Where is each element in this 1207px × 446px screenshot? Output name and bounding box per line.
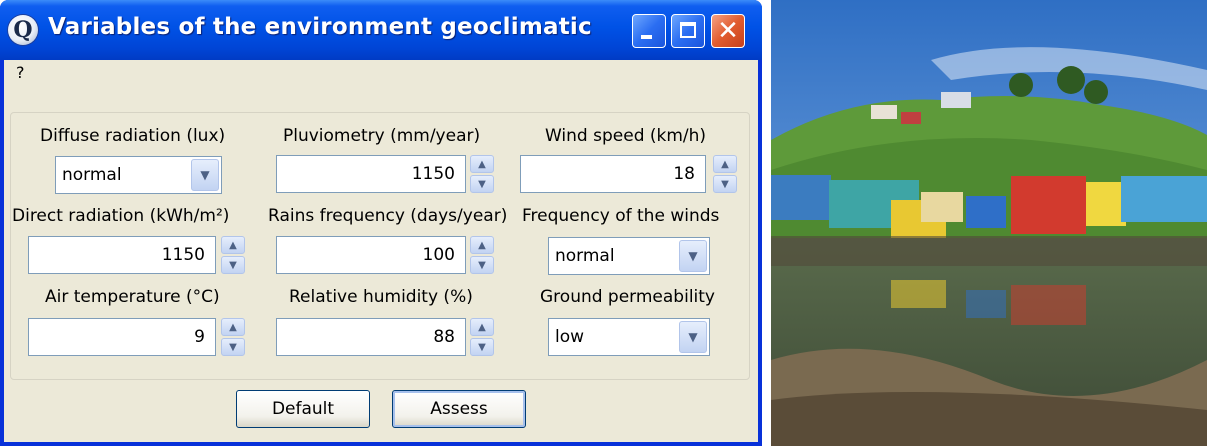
close-icon: ✕	[717, 16, 739, 46]
spin-down-icon[interactable]: ▼	[221, 256, 245, 274]
ground-permeability-value: low	[555, 327, 585, 347]
relative-humidity-input[interactable]: 88	[276, 318, 466, 356]
direct-radiation-spinner[interactable]: 1150 ▲ ▼	[28, 236, 250, 274]
spin-down-icon[interactable]: ▼	[221, 338, 245, 356]
spin-up-icon[interactable]: ▲	[470, 318, 494, 336]
air-temperature-input[interactable]: 9	[28, 318, 216, 356]
direct-radiation-stepper[interactable]: ▲ ▼	[221, 236, 245, 274]
rains-frequency-label: Rains frequency (days/year)	[268, 206, 508, 226]
spin-down-icon[interactable]: ▼	[470, 338, 494, 356]
chevron-down-icon[interactable]: ▼	[679, 321, 707, 353]
air-temperature-spinner[interactable]: 9 ▲ ▼	[28, 318, 250, 356]
diffuse-radiation-select[interactable]: normal ▼	[55, 156, 222, 194]
default-button[interactable]: Default	[236, 390, 370, 428]
direct-radiation-input[interactable]: 1150	[28, 236, 216, 274]
spin-up-icon[interactable]: ▲	[221, 236, 245, 254]
spin-down-icon[interactable]: ▼	[470, 256, 494, 274]
pluviometry-spinner[interactable]: 1150 ▲ ▼	[276, 155, 498, 193]
pluviometry-label: Pluviometry (mm/year)	[283, 126, 481, 146]
relative-humidity-stepper[interactable]: ▲ ▼	[470, 318, 494, 356]
window-client-area: ? Diffuse radiation (lux) Pluviometry (m…	[4, 60, 758, 442]
stilt-houses-illustration	[771, 0, 1207, 446]
rains-frequency-spinner[interactable]: 100 ▲ ▼	[276, 236, 498, 274]
title-bar[interactable]: Q Variables of the environment geoclimat…	[0, 0, 762, 60]
ground-permeability-label: Ground permeability	[540, 287, 715, 307]
menu-help[interactable]: ?	[16, 63, 25, 82]
spin-down-icon[interactable]: ▼	[713, 175, 737, 193]
stilt-houses-photo	[771, 0, 1207, 446]
pluviometry-input[interactable]: 1150	[276, 155, 466, 193]
minimize-button[interactable]	[632, 14, 666, 48]
spin-up-icon[interactable]: ▲	[470, 155, 494, 173]
air-temperature-stepper[interactable]: ▲ ▼	[221, 318, 245, 356]
air-temperature-label: Air temperature (°C)	[45, 287, 220, 307]
relative-humidity-label: Relative humidity (%)	[289, 287, 473, 307]
spin-up-icon[interactable]: ▲	[713, 155, 737, 173]
winds-frequency-select[interactable]: normal ▼	[548, 237, 710, 275]
diffuse-radiation-label: Diffuse radiation (lux)	[40, 126, 226, 146]
close-button[interactable]: ✕	[711, 14, 745, 48]
app-icon[interactable]: Q	[8, 15, 38, 45]
wind-speed-input[interactable]: 18	[520, 155, 706, 193]
minimize-icon	[641, 35, 652, 39]
winds-frequency-value: normal	[555, 246, 615, 266]
app-window: Q Variables of the environment geoclimat…	[0, 0, 762, 446]
app-icon-letter: Q	[13, 17, 33, 43]
chevron-down-icon[interactable]: ▼	[191, 159, 219, 191]
ground-permeability-select[interactable]: low ▼	[548, 318, 710, 356]
relative-humidity-spinner[interactable]: 88 ▲ ▼	[276, 318, 498, 356]
wind-speed-label: Wind speed (km/h)	[545, 126, 707, 146]
wind-speed-spinner[interactable]: 18 ▲ ▼	[520, 155, 742, 193]
spin-up-icon[interactable]: ▲	[470, 236, 494, 254]
pluviometry-stepper[interactable]: ▲ ▼	[470, 155, 494, 193]
assess-button[interactable]: Assess	[392, 390, 526, 428]
menu-bar: ?	[4, 60, 758, 90]
window-title: Variables of the environment geoclimatic	[48, 14, 592, 40]
diffuse-radiation-value: normal	[62, 165, 122, 185]
chevron-down-icon[interactable]: ▼	[679, 240, 707, 272]
rains-frequency-input[interactable]: 100	[276, 236, 466, 274]
spin-down-icon[interactable]: ▼	[470, 175, 494, 193]
winds-frequency-label: Frequency of the winds	[522, 206, 720, 226]
spin-up-icon[interactable]: ▲	[221, 318, 245, 336]
rains-frequency-stepper[interactable]: ▲ ▼	[470, 236, 494, 274]
maximize-icon	[680, 22, 696, 38]
wind-speed-stepper[interactable]: ▲ ▼	[713, 155, 737, 193]
direct-radiation-label: Direct radiation (kWh/m²)	[12, 206, 230, 226]
maximize-button[interactable]	[671, 14, 705, 48]
